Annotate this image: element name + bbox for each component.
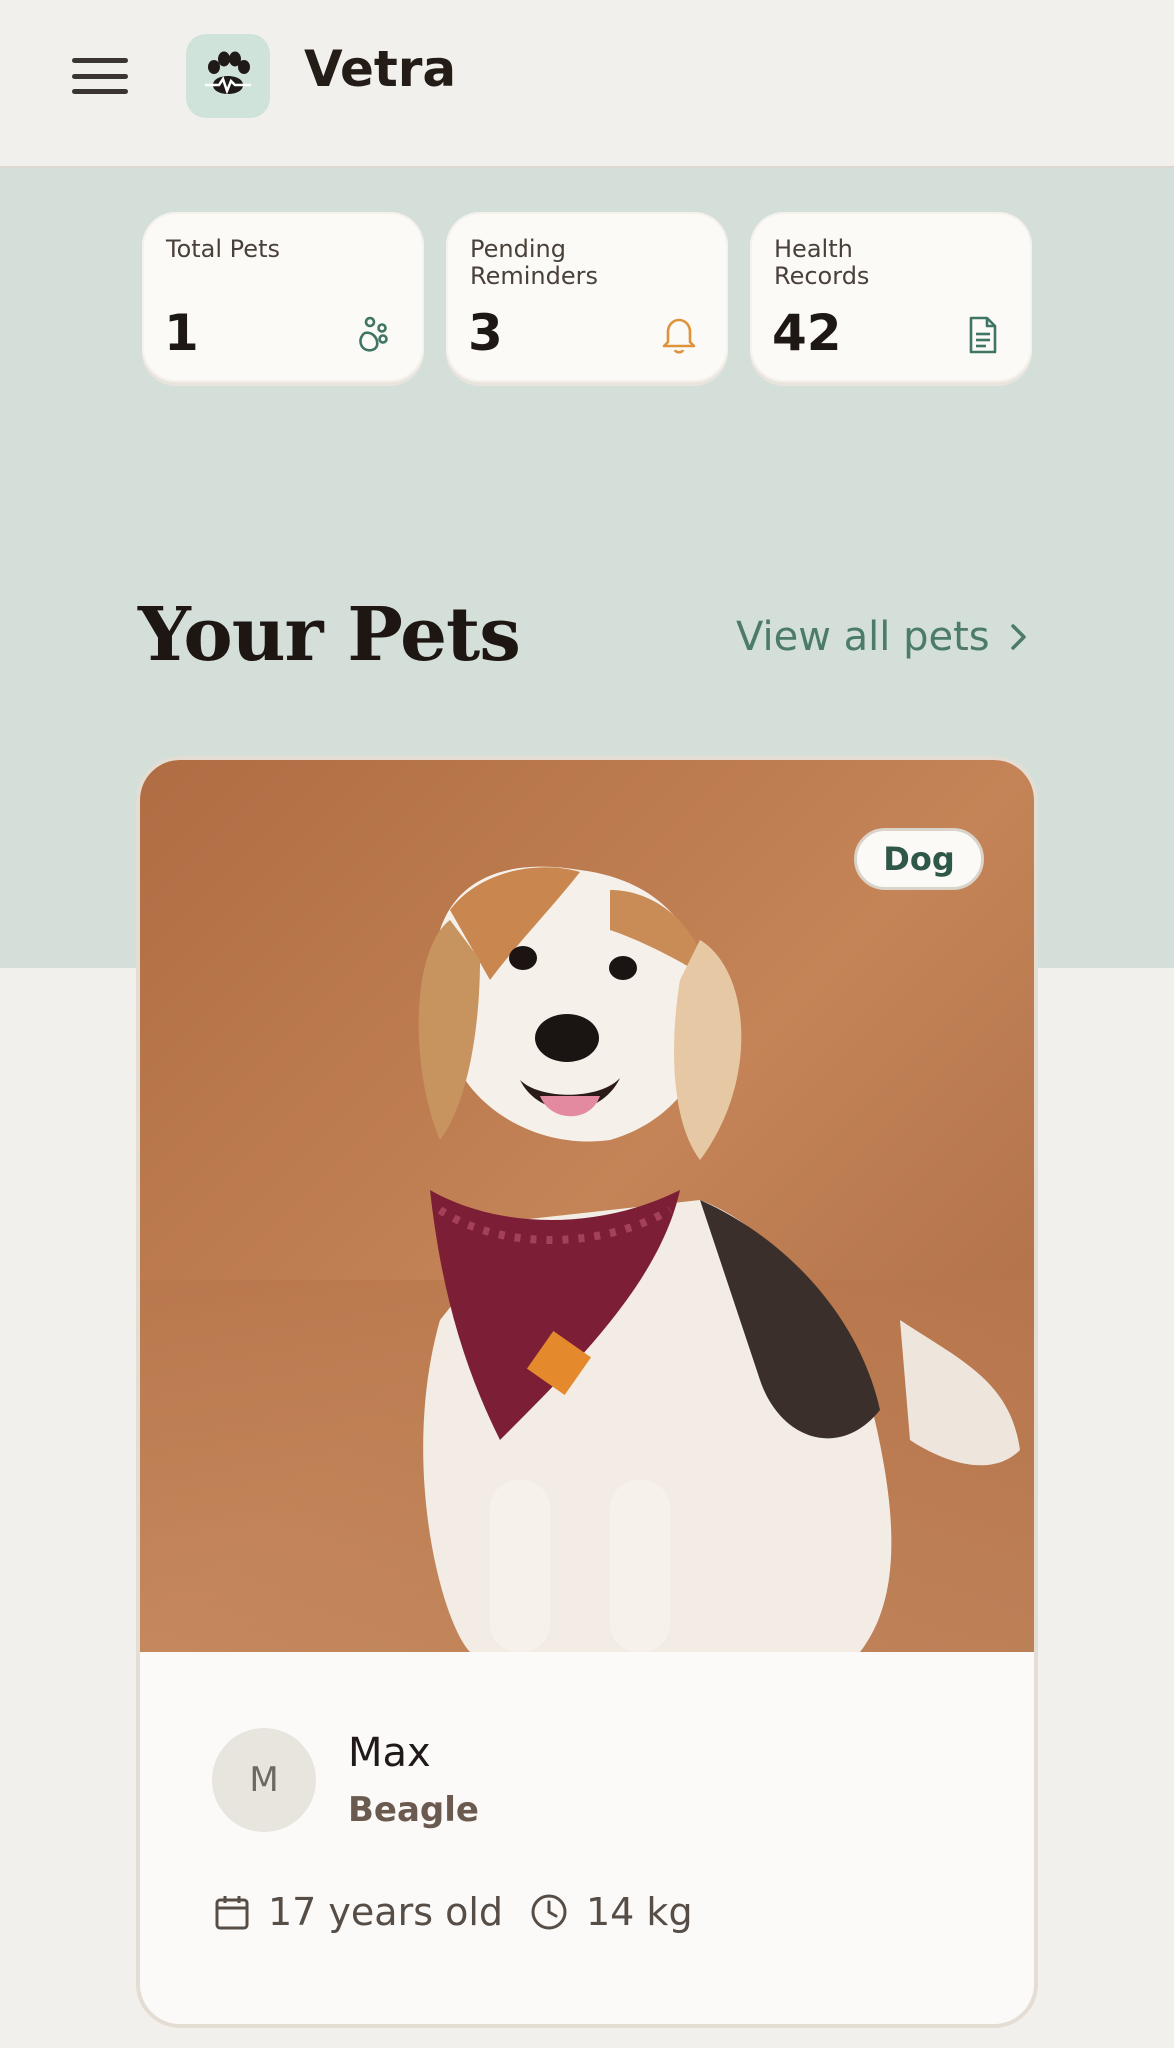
pet-weight: 14 kg — [528, 1890, 693, 1934]
hamburger-menu-icon[interactable] — [72, 54, 128, 98]
stat-label: Pending Reminders — [470, 235, 598, 290]
top-app-bar: Vetra — [0, 0, 1174, 168]
paw-icon — [359, 316, 388, 352]
stat-value: 42 — [772, 304, 842, 362]
species-badge: Dog — [854, 828, 984, 890]
calendar-icon — [215, 1896, 249, 1930]
view-all-pets-link[interactable]: View all pets — [736, 614, 1030, 660]
bell-icon — [662, 318, 696, 354]
pet-name: Max — [348, 1730, 431, 1776]
clock-icon — [531, 1894, 567, 1930]
section-title: Your Pets — [138, 592, 521, 678]
stat-card-total-pets[interactable]: Total Pets 1 — [142, 212, 424, 382]
chevron-right-icon — [1010, 624, 1026, 650]
pet-age-text: 17 years old — [268, 1890, 504, 1934]
stat-label: Health Records — [774, 235, 870, 290]
stats-row: Total Pets 1 Pending Reminders 3 Health … — [142, 212, 1032, 382]
document-icon — [969, 316, 997, 354]
app-title: Vetra — [304, 40, 457, 98]
pet-breed: Beagle — [348, 1790, 479, 1830]
app-logo — [186, 34, 270, 118]
stat-card-pending-reminders[interactable]: Pending Reminders 3 — [446, 212, 728, 382]
stat-label: Total Pets — [166, 235, 280, 263]
stat-value: 1 — [164, 304, 199, 362]
pet-card[interactable]: Dog M Max Beagle 17 years old 14 kg — [140, 760, 1034, 2024]
pet-photo — [140, 760, 1034, 1652]
stat-card-health-records[interactable]: Health Records 42 — [750, 212, 1032, 382]
pet-age: 17 years old — [212, 1890, 503, 1934]
stat-value: 3 — [468, 304, 503, 362]
avatar: M — [212, 1728, 316, 1832]
view-all-label: View all pets — [736, 614, 990, 660]
paw-heartbeat-logo-icon — [205, 51, 251, 95]
pet-weight-text: 14 kg — [586, 1890, 693, 1934]
